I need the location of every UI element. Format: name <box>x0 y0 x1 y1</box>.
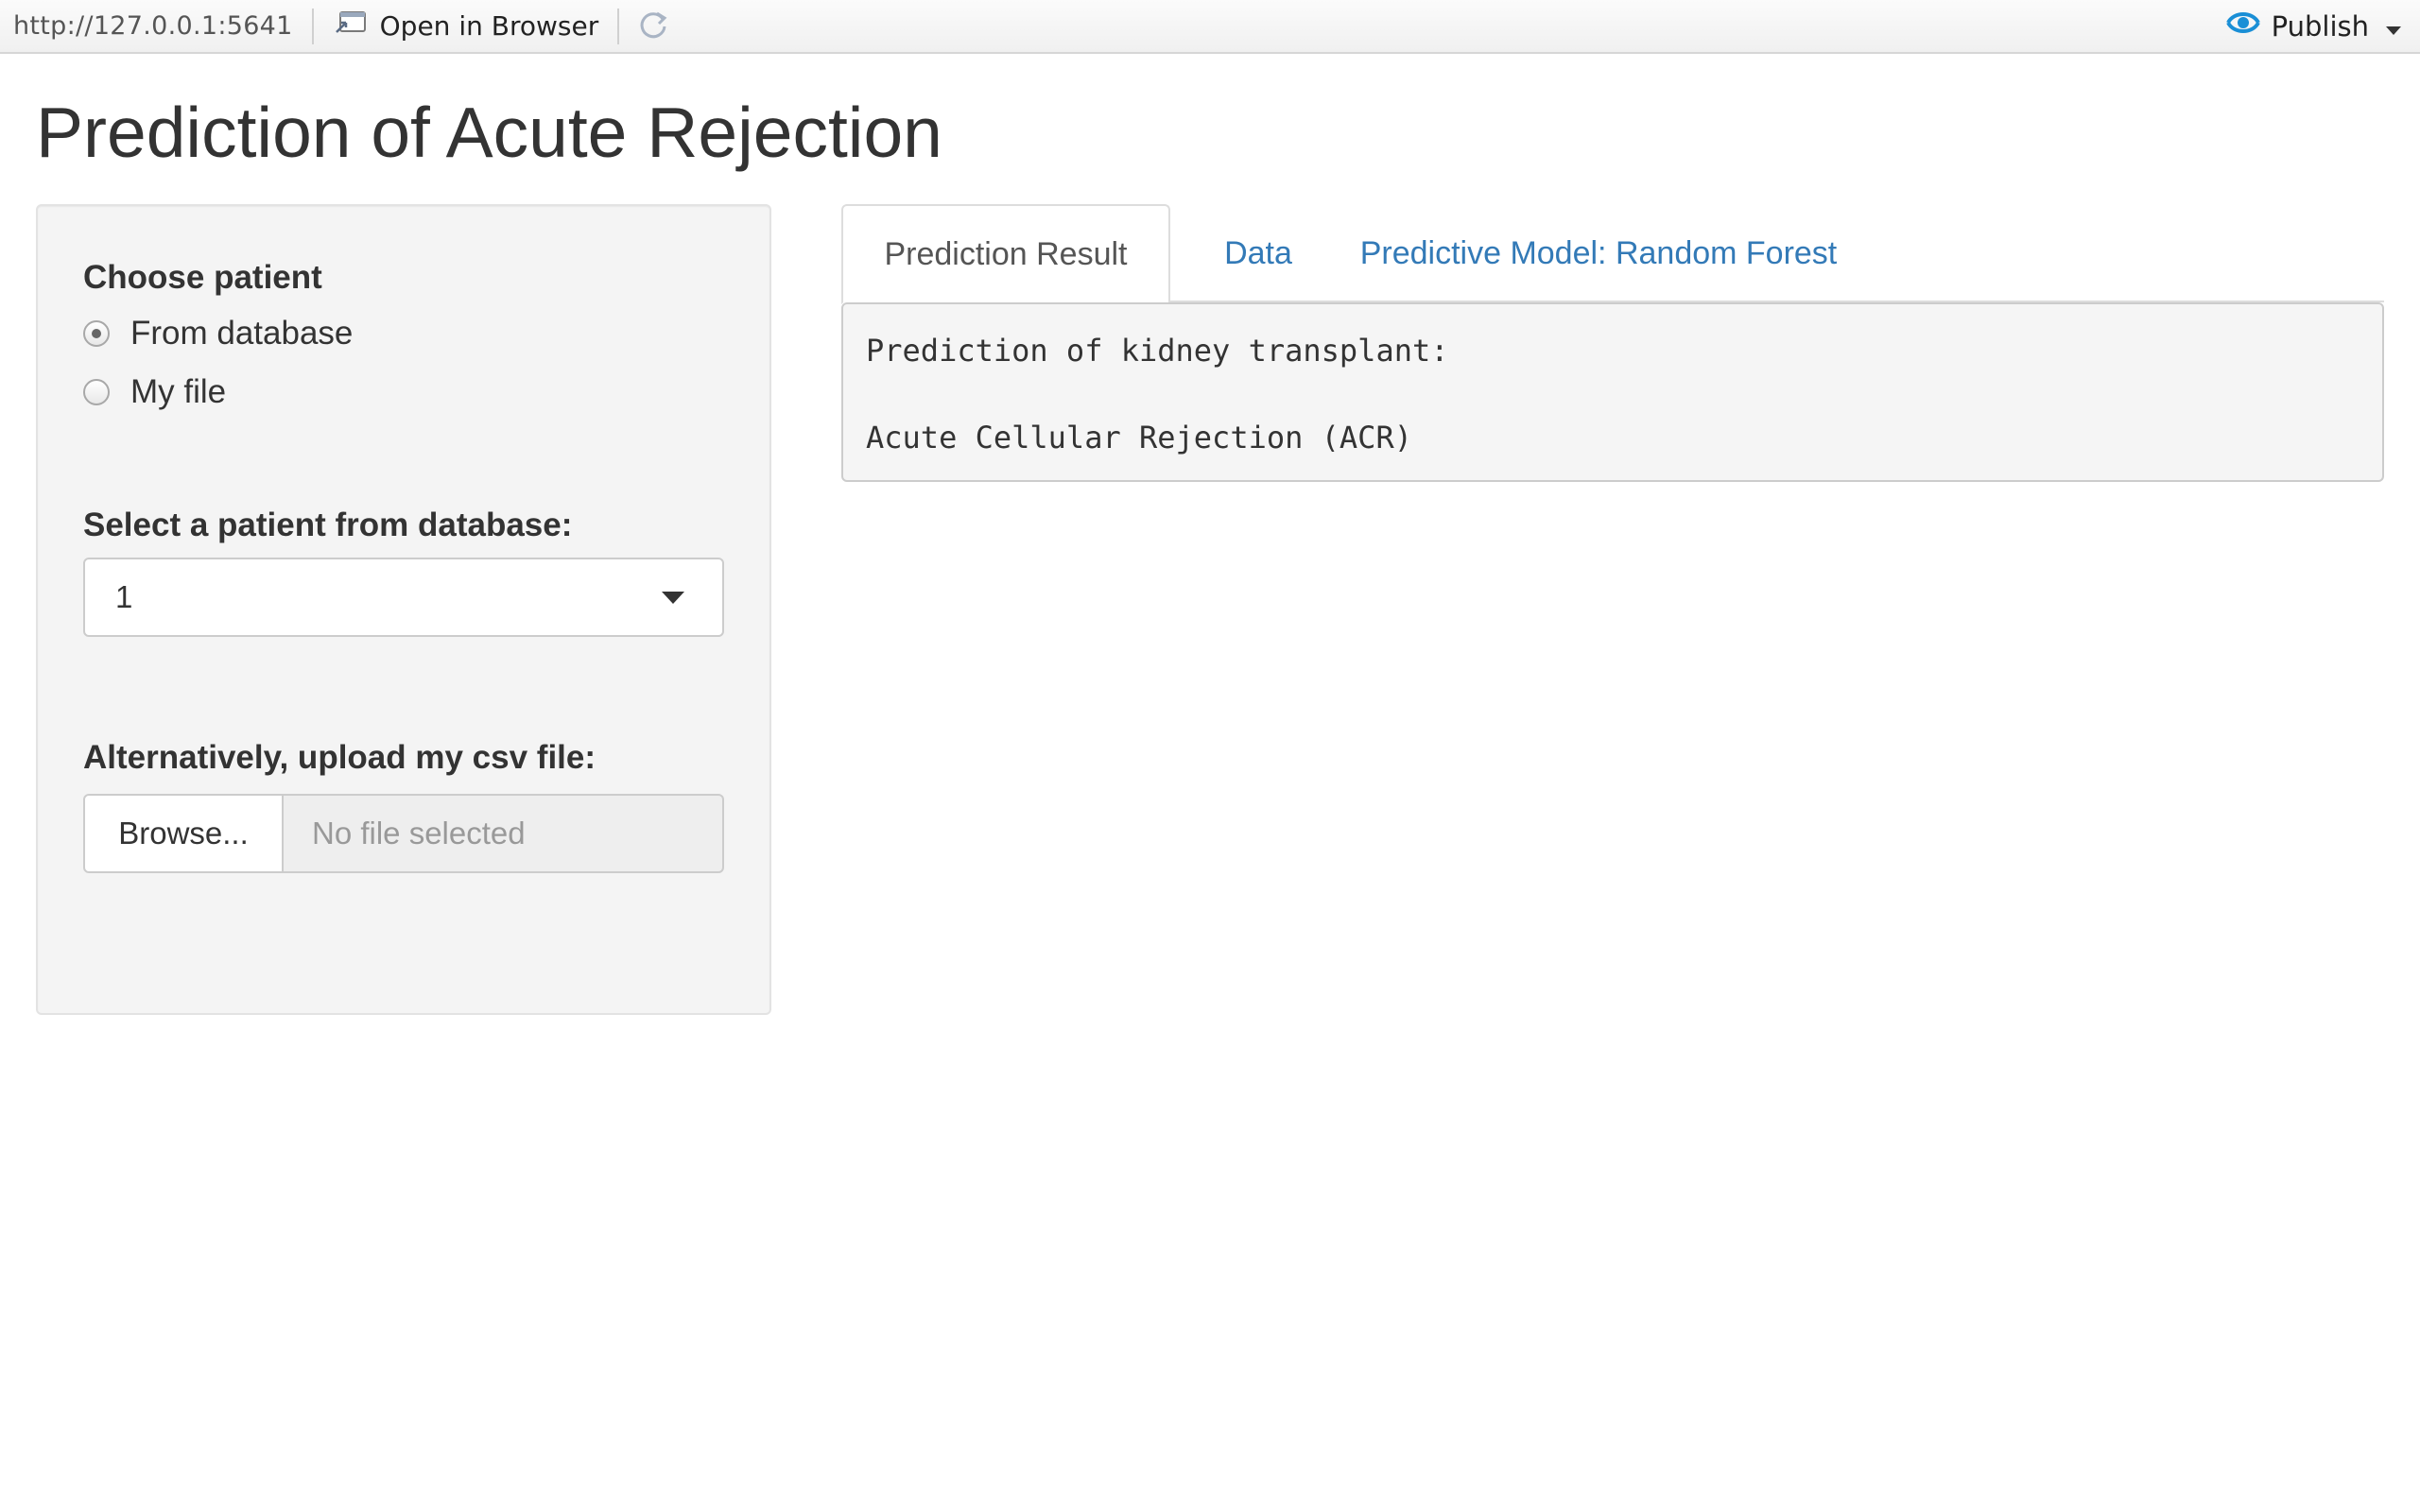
rstudio-connect-icon <box>2224 8 2262 44</box>
browser-window-icon <box>333 9 380 43</box>
sidebar-panel: Choose patient From database My file Sel… <box>36 204 771 1015</box>
url-display: http://127.0.0.1:5641 <box>13 11 293 41</box>
radio-my-file[interactable]: My file <box>83 373 226 411</box>
file-upload-group: Browse... No file selected <box>83 794 724 873</box>
page-title: Prediction of Acute Rejection <box>36 93 942 172</box>
choose-patient-label: Choose patient <box>83 259 322 296</box>
caret-down-icon <box>662 592 684 604</box>
publish-label: Publish <box>2271 9 2369 43</box>
toolbar-divider <box>311 8 314 44</box>
open-in-browser-button[interactable]: Open in Browser <box>333 9 599 43</box>
refresh-button[interactable] <box>636 8 670 45</box>
refresh-icon <box>636 8 670 45</box>
toolbar-divider <box>617 8 620 44</box>
radio-label: From database <box>130 315 354 352</box>
output-line: Acute Cellular Rejection (ACR) <box>866 420 1412 455</box>
file-name-field: No file selected <box>284 794 724 873</box>
tab-bar: Prediction Result Data Predictive Model:… <box>841 204 2384 304</box>
radio-button-checked[interactable] <box>83 320 110 347</box>
output-blank-line: ​ <box>866 372 2360 416</box>
tab-data[interactable]: Data <box>1197 204 1320 302</box>
select-patient-label: Select a patient from database: <box>83 507 573 543</box>
browse-button[interactable]: Browse... <box>83 794 284 873</box>
publish-button[interactable]: Publish <box>2224 8 2401 44</box>
tab-predictive-model[interactable]: Predictive Model: Random Forest <box>1346 204 1851 302</box>
prediction-output: Prediction of kidney transplant:​ Acute C… <box>841 302 2384 482</box>
patient-select-value: 1 <box>115 579 133 614</box>
radio-from-database[interactable]: From database <box>83 315 353 352</box>
patient-select[interactable]: 1 <box>83 558 724 637</box>
output-line: Prediction of kidney transplant: <box>866 333 1449 369</box>
viewer-toolbar: http://127.0.0.1:5641 Open in Browser Pu… <box>0 0 2420 54</box>
tab-prediction-result[interactable]: Prediction Result <box>841 204 1170 304</box>
chevron-down-icon[interactable] <box>2386 10 2401 43</box>
open-in-browser-label: Open in Browser <box>379 10 599 42</box>
upload-label: Alternatively, upload my csv file: <box>83 739 596 776</box>
radio-label: My file <box>130 373 227 410</box>
radio-button-unchecked[interactable] <box>83 379 110 405</box>
